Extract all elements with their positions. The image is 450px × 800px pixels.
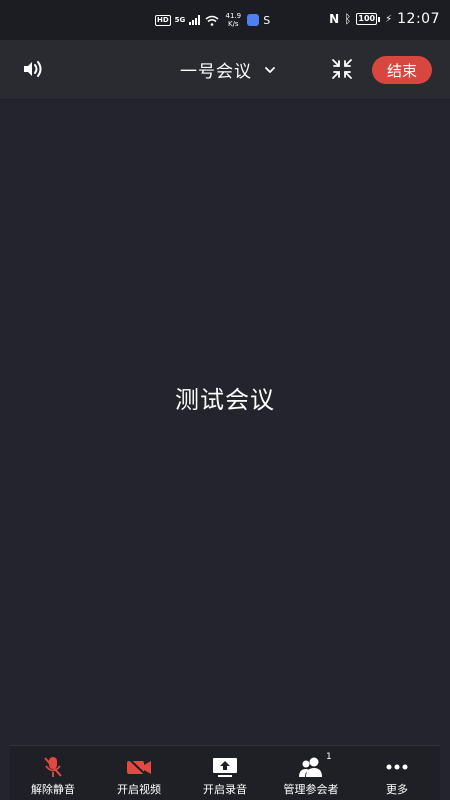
meeting-title: 一号会议 (180, 62, 252, 82)
manage-participants-button[interactable]: 1 管理参会者 (268, 746, 354, 800)
unmute-label: 解除静音 (31, 783, 75, 796)
participant-count-badge: 1 (326, 752, 332, 762)
bluetooth-icon: ᛒ (344, 12, 352, 26)
manage-participants-label: 管理参会者 (283, 783, 339, 796)
status-left-group: HD 5G 41.9 K/s S (155, 12, 270, 28)
app-notification-icon (247, 14, 260, 26)
signal-icon (189, 15, 201, 25)
meeting-header: 一号会议 结束 (0, 40, 450, 100)
start-video-label: 开启视频 (117, 783, 161, 796)
meeting-title-dropdown[interactable]: 一号会议 (180, 57, 276, 82)
unmute-button[interactable]: 解除静音 (10, 746, 96, 800)
wifi-icon (205, 15, 219, 26)
start-video-button[interactable]: 开启视频 (96, 746, 182, 800)
battery-level: 100 (356, 13, 378, 25)
hd-badge: HD (155, 14, 171, 26)
more-icon (386, 764, 408, 770)
status-time: 12:07 (397, 11, 440, 27)
screen-share-icon (213, 758, 237, 777)
status-right-group: N ᛒ 100 ⚡ 12:07 (329, 11, 440, 27)
chevron-down-icon (265, 66, 275, 73)
meeting-toolbar: 解除静音 开启视频 开启录音 1 管理参会者 更多 (10, 745, 440, 800)
more-label: 更多 (386, 783, 408, 796)
network-type: 5G (174, 16, 186, 24)
video-off-icon (127, 757, 151, 778)
battery-icon: 100 (356, 13, 381, 25)
net-speed: 41.9 K/s (223, 12, 243, 28)
charging-icon: ⚡ (385, 13, 393, 25)
status-bar: HD 5G 41.9 K/s S N ᛒ 100 ⚡ 12:07 (0, 0, 450, 40)
start-recording-label: 开启录音 (203, 783, 247, 796)
s-notification-icon: S (263, 13, 271, 27)
speaker-icon[interactable] (22, 58, 44, 80)
mic-muted-icon (44, 757, 62, 777)
more-button[interactable]: 更多 (354, 746, 440, 800)
end-meeting-button[interactable]: 结束 (372, 56, 432, 84)
meeting-stage: 测试会议 (0, 100, 450, 745)
nfc-icon: N (329, 12, 340, 26)
net-speed-unit: K/s (227, 20, 239, 28)
start-recording-button[interactable]: 开启录音 (182, 746, 268, 800)
net-speed-value: 41.9 (225, 12, 242, 20)
meeting-topic: 测试会议 (175, 386, 275, 414)
participants-icon (299, 757, 322, 777)
minimize-icon[interactable] (331, 58, 353, 80)
